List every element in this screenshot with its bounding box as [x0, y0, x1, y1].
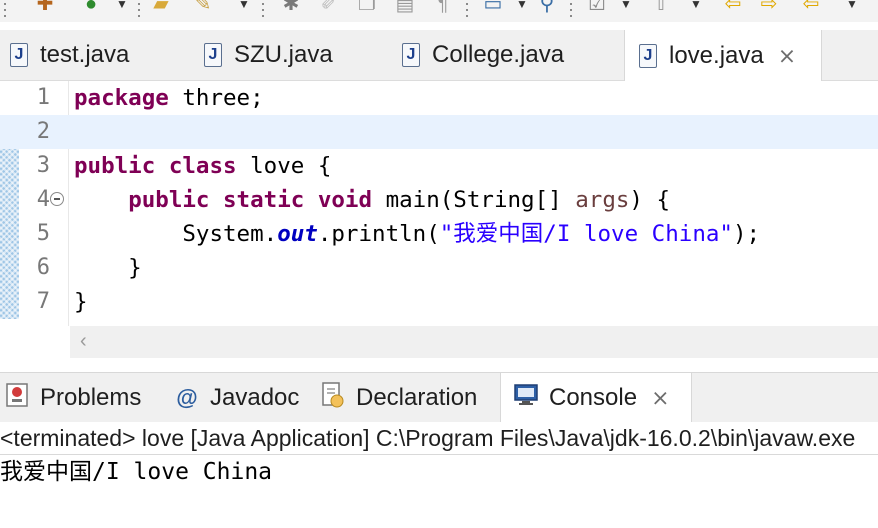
refresh-icon[interactable]: ●	[80, 0, 102, 16]
horizontal-scrollbar[interactable]: ‹	[70, 326, 878, 358]
tab-problems[interactable]: Problems	[4, 373, 141, 423]
toolbar-separator	[138, 0, 140, 22]
code-text: System.out.println("我爱中国/I love China");	[182, 221, 761, 247]
tab-szu-java[interactable]: J SZU.java	[204, 30, 333, 80]
brush-icon[interactable]: ✎	[192, 0, 214, 16]
code-line: 1 package three;	[0, 81, 878, 115]
toolbar-separator	[466, 0, 468, 22]
chevron-down-icon[interactable]: ▼	[620, 0, 632, 11]
forward-arrow-icon[interactable]: ⇨	[758, 0, 780, 16]
java-file-icon: J	[10, 43, 28, 67]
tab-label: College.java	[432, 41, 565, 68]
tab-label: love.java	[669, 41, 764, 69]
previous-edit-icon[interactable]: ⇦	[800, 0, 822, 16]
code-text: package three;	[74, 85, 264, 111]
line-number: 2	[36, 119, 50, 144]
chevron-down-icon[interactable]: ▼	[116, 0, 128, 11]
close-icon[interactable]: ⨯	[651, 385, 669, 411]
tab-love-java[interactable]: J love.java ⨯	[624, 30, 822, 81]
checklist-icon[interactable]: ☑	[586, 0, 608, 16]
code-text: }	[74, 289, 88, 315]
toolbar-separator	[570, 0, 572, 22]
code-text: public class love {	[74, 153, 332, 179]
pen-icon[interactable]: ✐	[318, 0, 340, 16]
code-text: }	[74, 255, 142, 281]
pilcrow-icon[interactable]: ¶	[432, 0, 454, 16]
copy-icon[interactable]: ❐	[356, 0, 378, 16]
chevron-down-icon[interactable]: ▼	[846, 0, 858, 11]
tab-college-java[interactable]: J College.java	[402, 30, 564, 80]
search-icon[interactable]: ⚲	[536, 0, 558, 16]
tab-javadoc[interactable]: @ Javadoc	[174, 373, 299, 423]
collapse-icon[interactable]	[50, 192, 64, 206]
line-number: 5	[36, 221, 50, 246]
code-text: public static void main(String[] args) {	[128, 187, 671, 213]
tab-label: Javadoc	[210, 384, 300, 411]
code-line: 4 public static void main(String[] args)…	[0, 183, 878, 217]
up-arrow-icon[interactable]: ⇧	[650, 0, 672, 16]
clipboard-icon[interactable]: ▤	[394, 0, 416, 16]
problems-icon	[4, 382, 30, 414]
close-icon[interactable]: ⨯	[778, 43, 796, 69]
scroll-left-icon[interactable]: ‹	[80, 330, 87, 353]
console-output: 我爱中国/I love China	[0, 459, 273, 485]
code-line: 6 }	[0, 251, 878, 285]
tab-label: test.java	[40, 41, 130, 68]
code-line: 7 }	[0, 285, 878, 319]
line-number: 1	[36, 85, 50, 110]
line-number: 4	[36, 187, 50, 212]
java-file-icon: J	[204, 43, 222, 67]
declaration-icon	[320, 381, 346, 415]
chevron-down-icon[interactable]: ▼	[238, 0, 250, 11]
tab-console[interactable]: Console ⨯	[500, 373, 692, 423]
line-number: 7	[36, 289, 50, 314]
java-file-icon: J	[402, 43, 420, 67]
line-number: 6	[36, 255, 50, 280]
console-status: <terminated> love [Java Application] C:\…	[0, 422, 878, 455]
chevron-down-icon[interactable]: ▼	[690, 0, 702, 11]
toolbar-separator	[4, 0, 6, 22]
view-tab-bar: Problems @ Javadoc Declaration Console ⨯	[0, 372, 878, 423]
tab-label: Console	[549, 384, 638, 411]
code-line: 5 System.out.println("我爱中国/I love China"…	[0, 217, 878, 251]
java-file-icon: J	[639, 43, 657, 68]
editor-tab-bar: J test.java J SZU.java J College.java J …	[0, 30, 878, 81]
tab-label: Problems	[40, 384, 142, 411]
code-line: 3 public class love {	[0, 149, 878, 183]
toolbar-separator	[262, 0, 264, 22]
line-number: 3	[36, 153, 50, 178]
console-view[interactable]: <terminated> love [Java Application] C:\…	[0, 422, 878, 528]
tab-label: SZU.java	[234, 41, 333, 68]
new-wizard-icon[interactable]: ✚	[34, 0, 56, 16]
monitor-icon[interactable]: ▭	[482, 0, 504, 16]
code-editor[interactable]: 1 package three; 2 3 public class love {…	[0, 81, 878, 361]
main-toolbar: ✚ ● ▼ ▰ ✎ ▼ ✱ ✐ ❐ ▤ ¶ ▭ ▼ ⚲ ☑ ▼ ⇧ ▼ ⇦ ⇨ …	[0, 0, 878, 22]
javadoc-icon: @	[176, 385, 198, 410]
tab-declaration[interactable]: Declaration	[320, 373, 477, 423]
tab-test-java[interactable]: J test.java	[10, 30, 129, 80]
console-icon	[513, 383, 539, 413]
tab-label: Declaration	[356, 384, 478, 411]
chevron-down-icon[interactable]: ▼	[516, 0, 528, 11]
code-line-current: 2	[0, 115, 878, 149]
debug-icon[interactable]: ✱	[280, 0, 302, 16]
open-folder-icon[interactable]: ▰	[150, 0, 172, 16]
back-arrow-icon[interactable]: ⇦	[722, 0, 744, 16]
